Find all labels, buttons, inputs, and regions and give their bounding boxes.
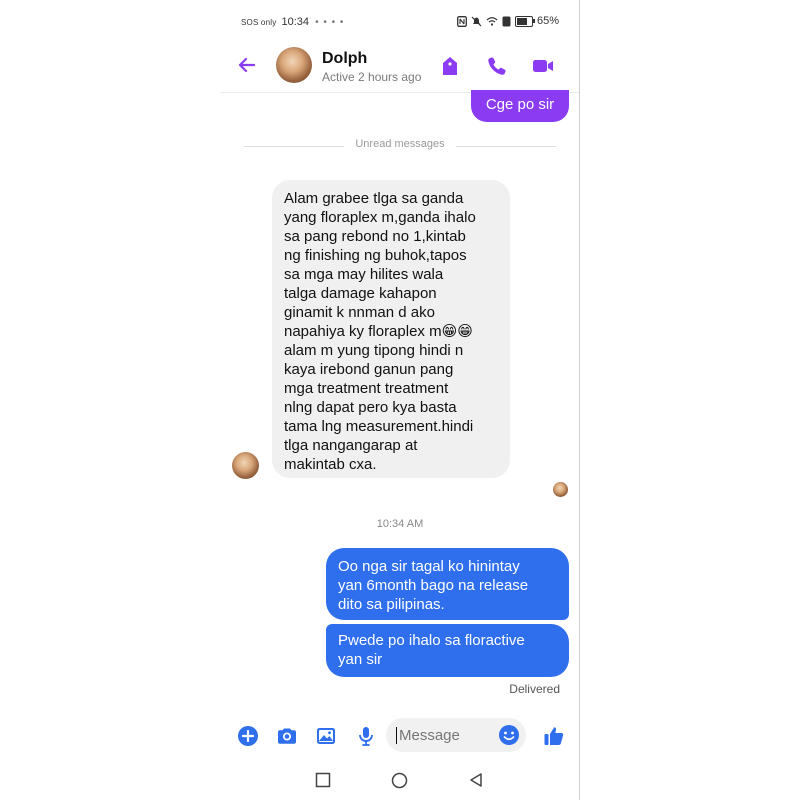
outgoing-message-bubble[interactable]: Cge po sir	[471, 90, 569, 122]
unread-divider: Unread messages	[244, 138, 556, 154]
text-caret	[396, 727, 397, 744]
sos-label: SOS only	[241, 18, 277, 27]
sender-avatar[interactable]	[232, 452, 259, 479]
chat-header: Dolph Active 2 hours ago	[220, 40, 580, 93]
status-right: 65%	[457, 15, 559, 27]
camera-icon[interactable]	[275, 724, 299, 748]
thumbs-up-icon[interactable]	[542, 724, 566, 748]
outgoing-message-bubble[interactable]: Oo nga sir tagal ko hinintay yan 6month …	[326, 548, 569, 620]
mute-bell-icon	[471, 16, 482, 26]
status-bar: SOS only 10:34 • • • • 65%	[220, 0, 580, 38]
read-receipt-avatar	[553, 482, 568, 497]
nfc-icon	[457, 15, 467, 27]
microphone-icon[interactable]	[354, 724, 378, 748]
battery-icon	[514, 15, 535, 27]
divider-line-right	[456, 146, 556, 147]
status-time: 10:34	[281, 16, 309, 28]
delivered-status: Delivered	[509, 682, 560, 696]
plus-circle-icon[interactable]	[236, 724, 260, 748]
notification-dots: • • • •	[315, 17, 345, 28]
back-arrow-icon[interactable]	[234, 52, 260, 78]
message-composer: Message	[220, 716, 580, 756]
contact-avatar[interactable]	[276, 47, 312, 83]
unread-divider-label: Unread messages	[355, 138, 445, 150]
phone-screen: SOS only 10:34 • • • • 65% Dolph Active …	[220, 0, 580, 800]
data-saver-icon	[502, 16, 511, 26]
emoji-icon[interactable]	[498, 724, 520, 746]
battery-fill	[516, 17, 528, 25]
system-nav-bar	[220, 760, 580, 800]
contact-active-status: Active 2 hours ago	[322, 70, 422, 84]
recent-apps-square-icon[interactable]	[315, 772, 331, 788]
incoming-message-bubble[interactable]: Alam grabee tlga sa ganda yang floraplex…	[272, 180, 510, 478]
contact-name[interactable]: Dolph	[322, 50, 367, 68]
back-triangle-icon[interactable]	[468, 772, 484, 788]
outgoing-message-bubble[interactable]: Pwede po ihalo sa floractive yan sir	[326, 624, 569, 677]
phone-icon[interactable]	[485, 54, 509, 78]
tag-icon[interactable]	[438, 54, 462, 78]
image-icon[interactable]	[314, 724, 338, 748]
battery-percent: 65%	[536, 15, 559, 27]
wifi-icon	[486, 17, 498, 26]
screen-edge-divider	[579, 0, 580, 800]
home-circle-icon[interactable]	[391, 772, 408, 789]
message-timestamp: 10:34 AM	[376, 518, 424, 530]
status-left: SOS only 10:34 • • • •	[241, 16, 344, 28]
video-camera-icon[interactable]	[531, 54, 555, 78]
message-input[interactable]: Message	[386, 718, 526, 752]
message-placeholder: Message	[399, 727, 460, 744]
